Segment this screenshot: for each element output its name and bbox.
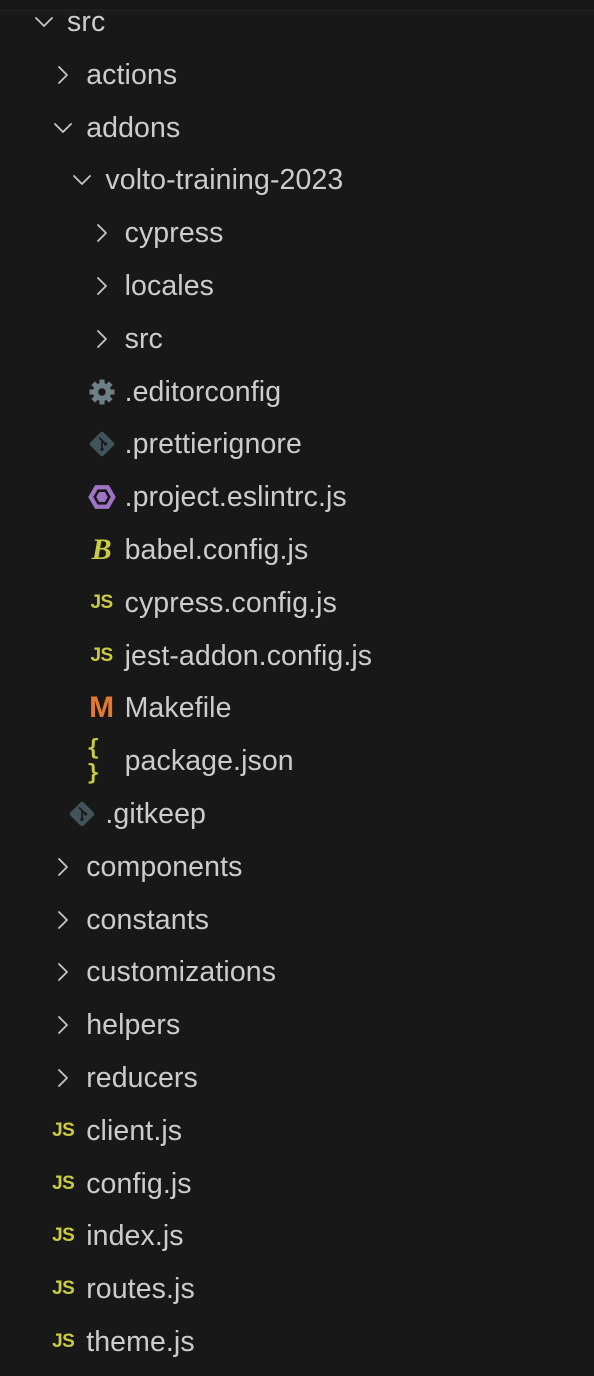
js-icon: JS: [48, 1327, 78, 1357]
js-glyph: JS: [52, 1225, 75, 1247]
js-glyph: JS: [90, 591, 113, 613]
tree-folder-row[interactable]: src: [0, 0, 594, 49]
file-label: routes.js: [86, 1273, 195, 1306]
tree-file-row[interactable]: .project.eslintrc.js: [0, 471, 594, 524]
folder-label: reducers: [86, 1061, 198, 1094]
folder-label: locales: [124, 269, 215, 302]
folder-label: helpers: [86, 1009, 181, 1042]
folder-label: customizations: [86, 956, 277, 989]
file-label: index.js: [86, 1220, 184, 1253]
folder-label: components: [86, 850, 243, 883]
tree-folder-row[interactable]: cypress: [0, 207, 594, 260]
tree-file-row[interactable]: JS routes.js: [0, 1263, 594, 1316]
json-glyph: { }: [86, 736, 101, 787]
tree-file-row[interactable]: .editorconfig: [0, 366, 594, 419]
chevron-down-icon[interactable]: [67, 165, 97, 195]
chevron-right-icon[interactable]: [48, 1010, 78, 1040]
chevron-right-icon[interactable]: [87, 271, 117, 301]
js-icon: JS: [48, 1221, 78, 1251]
git-icon: [67, 799, 97, 829]
tree-file-row[interactable]: JS config.js: [0, 1158, 594, 1211]
file-label: .project.eslintrc.js: [124, 481, 347, 514]
js-icon: JS: [87, 588, 117, 618]
chevron-down-icon[interactable]: [29, 7, 59, 37]
file-label: .prettierignore: [124, 428, 302, 461]
tree-file-row[interactable]: Bbabel.config.js: [0, 524, 594, 577]
tree-file-row[interactable]: .gitkeep: [0, 788, 594, 841]
tree-file-row[interactable]: JS jest-addon.config.js: [0, 630, 594, 683]
tree-file-row[interactable]: M Makefile: [0, 682, 594, 735]
chevron-down-icon[interactable]: [48, 113, 78, 143]
js-icon: JS: [48, 1116, 78, 1146]
tree-folder-row[interactable]: reducers: [0, 1052, 594, 1105]
js-glyph: JS: [52, 1278, 75, 1300]
file-label: cypress.config.js: [124, 586, 337, 619]
file-label: config.js: [86, 1167, 192, 1200]
file-label: Makefile: [124, 692, 232, 725]
file-label: client.js: [86, 1114, 183, 1147]
tree-folder-row[interactable]: actions: [0, 49, 594, 102]
chevron-right-icon[interactable]: [87, 324, 117, 354]
chevron-right-icon[interactable]: [48, 1063, 78, 1093]
folder-label: actions: [86, 58, 178, 91]
makefile-glyph: M: [89, 691, 115, 725]
tree-folder-row[interactable]: src: [0, 313, 594, 366]
json-icon: { }: [87, 736, 117, 786]
folder-label: src: [124, 322, 163, 355]
babel-glyph: B: [91, 532, 112, 566]
chevron-right-icon[interactable]: [48, 60, 78, 90]
file-label: .gitkeep: [105, 797, 207, 830]
js-icon: JS: [87, 641, 117, 671]
file-label: package.json: [124, 745, 294, 778]
file-label: jest-addon.config.js: [124, 639, 373, 672]
file-explorer-tree: src actions addons volto-training-2023 cypre…: [0, 0, 594, 1369]
folder-label: src: [67, 6, 106, 38]
tree-file-row[interactable]: JS client.js: [0, 1105, 594, 1158]
tree-folder-row[interactable]: constants: [0, 894, 594, 947]
tree-folder-row[interactable]: addons: [0, 102, 594, 155]
chevron-right-icon[interactable]: [48, 852, 78, 882]
tree-folder-row[interactable]: locales: [0, 260, 594, 313]
folder-label: constants: [86, 903, 210, 936]
tree-file-row[interactable]: .prettierignore: [0, 418, 594, 471]
js-icon: JS: [48, 1274, 78, 1304]
js-glyph: JS: [90, 644, 113, 666]
folder-label: cypress: [124, 217, 224, 250]
tree-file-row[interactable]: JS index.js: [0, 1210, 594, 1263]
makefile-icon: M: [87, 691, 117, 725]
tree-file-row[interactable]: { } package.json: [0, 735, 594, 788]
js-glyph: JS: [52, 1119, 75, 1141]
folder-label: addons: [86, 111, 181, 144]
chevron-right-icon[interactable]: [87, 218, 117, 248]
folder-label: volto-training-2023: [105, 164, 344, 197]
gear-icon: [87, 377, 117, 407]
tree-folder-row[interactable]: components: [0, 841, 594, 894]
tree-file-row[interactable]: JS cypress.config.js: [0, 577, 594, 630]
git-icon: [87, 429, 117, 459]
tree-file-row[interactable]: JS theme.js: [0, 1316, 594, 1369]
chevron-right-icon[interactable]: [48, 905, 78, 935]
tree-folder-row[interactable]: helpers: [0, 999, 594, 1052]
js-glyph: JS: [52, 1330, 75, 1352]
eslint-icon: [87, 482, 117, 512]
tree-folder-row[interactable]: volto-training-2023: [0, 154, 594, 207]
js-icon: JS: [48, 1169, 78, 1199]
file-label: .editorconfig: [124, 375, 282, 408]
babel-icon: B: [87, 532, 117, 566]
chevron-right-icon[interactable]: [48, 957, 78, 987]
file-label: babel.config.js: [124, 533, 309, 566]
file-label: theme.js: [86, 1325, 195, 1358]
js-glyph: JS: [52, 1172, 75, 1194]
tree-folder-row[interactable]: customizations: [0, 946, 594, 999]
